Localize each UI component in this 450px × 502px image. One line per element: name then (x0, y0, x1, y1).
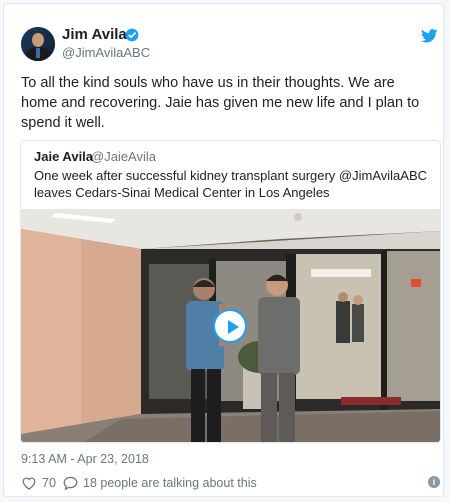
avatar[interactable] (21, 27, 55, 61)
avatar-tie (36, 48, 40, 58)
talking-about-link[interactable]: 18 people are talking about this (83, 476, 257, 490)
verified-badge-icon (125, 28, 139, 42)
info-icon[interactable]: i (428, 476, 440, 488)
play-icon[interactable] (213, 309, 247, 343)
quoted-tweet-text: One week after successful kidney transpl… (34, 168, 428, 200)
quoted-author-handle[interactable]: @JaieAvila (91, 149, 156, 164)
tweet-timestamp[interactable]: 9:13 AM - Apr 23, 2018 (21, 452, 149, 466)
quoted-tweet[interactable]: Jaie Avila @JaieAvila One week after suc… (20, 140, 441, 443)
author-handle[interactable]: @JimAvilaABC (62, 45, 150, 60)
embedded-tweet-card: Jim Avila @JimAvilaABC To all the kind s… (3, 3, 444, 497)
video-player[interactable] (21, 209, 440, 442)
quoted-author-name[interactable]: Jaie Avila (34, 149, 93, 164)
avatar-head (32, 33, 44, 47)
speech-bubble-icon[interactable] (63, 476, 78, 490)
tweet-text: To all the kind souls who have us in the… (21, 75, 420, 131)
twitter-bird-icon[interactable] (421, 29, 438, 43)
heart-icon[interactable] (21, 476, 37, 490)
author-name[interactable]: Jim Avila (62, 26, 127, 43)
like-count[interactable]: 70 (42, 476, 56, 490)
